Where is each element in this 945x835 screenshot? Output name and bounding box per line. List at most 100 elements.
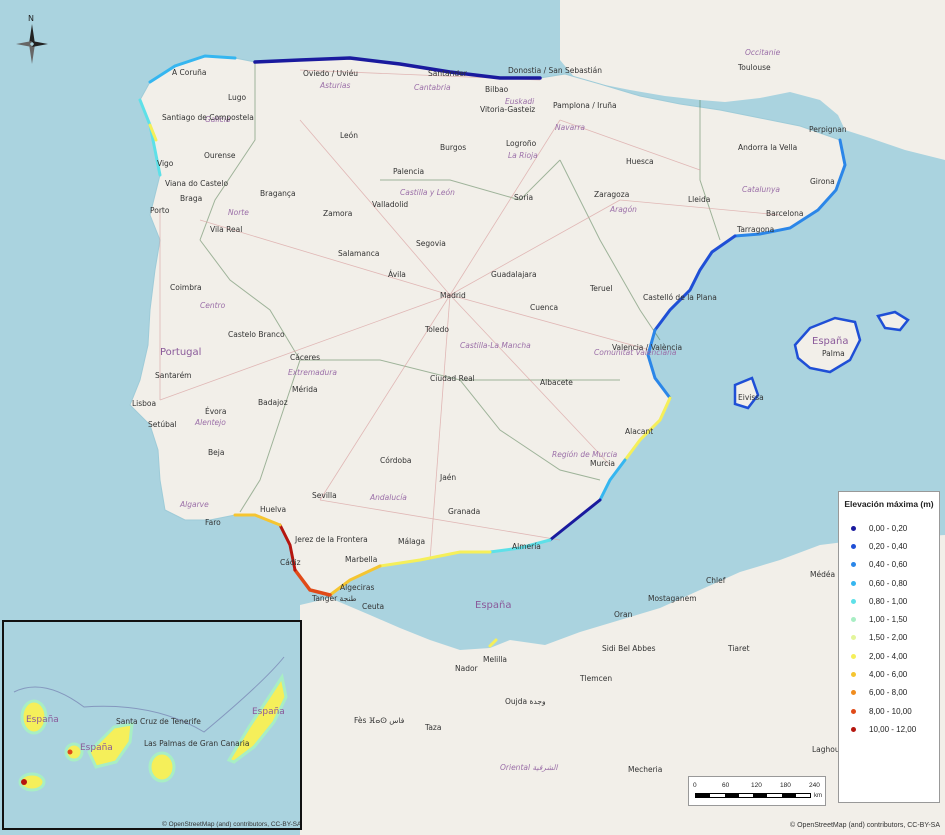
city-malaga: Málaga xyxy=(398,537,425,546)
scale-bar-segments xyxy=(695,793,811,798)
city-setubal: Setúbal xyxy=(148,420,177,429)
city-nador: Nador xyxy=(455,664,479,673)
label-andalucia: Andalucía xyxy=(369,493,407,502)
city-palma: Palma xyxy=(822,349,845,358)
city-coimbra: Coimbra xyxy=(170,283,202,292)
city-ceuta: Ceuta xyxy=(362,602,384,611)
legend-swatch xyxy=(851,617,856,623)
scale-bar: 0 60 120 180 240 km xyxy=(688,776,826,806)
label-castillaleon: Castilla y León xyxy=(400,188,455,197)
city-lleida: Lleida xyxy=(688,195,710,204)
legend-item: 4,00 - 6,00 xyxy=(839,665,939,683)
city-ciudadreal: Ciudad Real xyxy=(430,374,475,383)
legend-label: 4,00 - 6,00 xyxy=(869,670,908,680)
city-cordoba: Córdoba xyxy=(380,456,411,465)
city-barcelona: Barcelona xyxy=(766,209,803,218)
city-castelobranco: Castelo Branco xyxy=(228,330,285,339)
legend-label: 0,20 - 0,40 xyxy=(869,541,908,551)
city-segovia: Segovia xyxy=(416,239,446,248)
legend-swatch xyxy=(851,690,856,696)
city-marbella: Marbella xyxy=(345,555,377,564)
label-oriental: Oriental الشرقية xyxy=(500,763,558,772)
label-portugal: Portugal xyxy=(160,347,201,358)
city-vigo: Vigo xyxy=(157,159,174,168)
scale-tick-label: 180 xyxy=(780,782,791,789)
city-badajoz: Badajoz xyxy=(258,398,288,407)
scale-tick-label: 120 xyxy=(751,782,762,789)
city-pamplona: Pamplona / Iruña xyxy=(553,101,617,110)
city-laspalmas: Las Palmas de Gran Canaria xyxy=(144,739,249,748)
city-burgos: Burgos xyxy=(440,143,466,152)
north-label: N xyxy=(28,14,34,23)
city-porto: Porto xyxy=(150,206,170,215)
city-faro: Faro xyxy=(205,518,221,527)
scale-tick-label: 240 xyxy=(809,782,820,789)
label-occitanie: Occitanie xyxy=(745,48,781,57)
legend-item: 2,00 - 4,00 xyxy=(839,647,939,665)
city-leon: León xyxy=(340,131,358,140)
label-larioja: La Rioja xyxy=(508,151,538,160)
city-lisboa: Lisboa xyxy=(132,399,156,408)
legend-item: 1,50 - 2,00 xyxy=(839,629,939,647)
scale-unit: km xyxy=(814,793,822,799)
city-zamora: Zamora xyxy=(323,209,352,218)
scale-tick-label: 0 xyxy=(693,782,697,789)
label-asturias: Asturias xyxy=(319,81,350,90)
city-granada: Granada xyxy=(448,507,480,516)
city-soria: Soria xyxy=(514,193,533,202)
legend-label: 8,00 - 10,00 xyxy=(869,706,912,716)
legend-swatch xyxy=(851,525,856,531)
city-sansebastian: Donostia / San Sebastián xyxy=(508,66,602,75)
city-jaen: Jaén xyxy=(439,473,456,482)
city-vianadocastelo: Viana do Castelo xyxy=(165,179,228,188)
city-fes: Fès ⴼⴰⵙ فاس xyxy=(354,716,405,725)
city-santacruz: Santa Cruz de Tenerife xyxy=(116,717,201,726)
label-algarve: Algarve xyxy=(179,500,209,509)
city-logrono: Logroño xyxy=(506,139,537,148)
city-salamanca: Salamanca xyxy=(338,249,379,258)
label-espana-sea: España xyxy=(475,600,511,611)
city-melilla: Melilla xyxy=(483,655,507,664)
city-bilbao: Bilbao xyxy=(485,85,509,94)
legend-item: 0,60 - 0,80 xyxy=(839,574,939,592)
legend-item: 8,00 - 10,00 xyxy=(839,702,939,720)
city-caceres: Cáceres xyxy=(290,353,320,362)
label-cantabria: Cantabria xyxy=(414,83,451,92)
legend-swatch xyxy=(851,708,856,714)
city-santarem: Santarém xyxy=(155,371,192,380)
label-catalunya: Catalunya xyxy=(742,185,780,194)
city-coruna: A Coruña xyxy=(172,68,207,77)
city-teruel: Teruel xyxy=(589,284,612,293)
legend-swatch xyxy=(851,726,856,732)
attribution: © OpenStreetMap (and) contributors, CC-B… xyxy=(790,822,941,829)
city-algeciras: Algeciras xyxy=(340,583,374,592)
legend-label: 0,40 - 0,60 xyxy=(869,560,908,570)
city-avila: Ávila xyxy=(388,270,406,279)
scale-tick-label: 60 xyxy=(722,782,730,789)
city-chlef: Chlef xyxy=(706,576,726,585)
legend-label: 10,00 - 12,00 xyxy=(869,724,917,734)
canary-islands-inset[interactable]: Santa Cruz de Tenerife Las Palmas de Gra… xyxy=(2,620,302,830)
label-espana-balearic: España xyxy=(812,336,848,347)
legend-rows: 0,00 - 0,20 0,20 - 0,40 0,40 - 0,60 0,60 - … xyxy=(839,519,939,739)
city-oujda: Oujda وجدة xyxy=(505,697,546,706)
city-valencia: Valencia / València xyxy=(612,343,682,352)
label-alentejo: Alentejo xyxy=(194,418,226,427)
city-santiago: Santiago de Compostela xyxy=(162,113,254,122)
city-palencia: Palencia xyxy=(393,167,424,176)
city-evora: Évora xyxy=(205,407,226,416)
city-medea: Médéa xyxy=(810,570,835,579)
legend-label: 1,00 - 1,50 xyxy=(869,615,908,625)
city-jerez: Jerez de la Frontera xyxy=(294,535,368,544)
city-zaragoza: Zaragoza xyxy=(594,190,629,199)
label-navarra: Navarra xyxy=(555,123,585,132)
legend: Elevación máxima (m) 0,00 - 0,20 0,20 - 0… xyxy=(838,491,940,803)
city-santander: Santander xyxy=(428,69,468,78)
city-huelva: Huelva xyxy=(260,505,286,514)
city-guadalajara: Guadalajara xyxy=(491,270,537,279)
city-toulouse: Toulouse xyxy=(737,63,771,72)
city-sidibelabbes: Sidi Bel Abbes xyxy=(602,644,656,653)
city-andorra: Andorra la Vella xyxy=(738,143,797,152)
label-espana-canary2: España xyxy=(80,743,113,753)
legend-swatch xyxy=(851,672,856,678)
